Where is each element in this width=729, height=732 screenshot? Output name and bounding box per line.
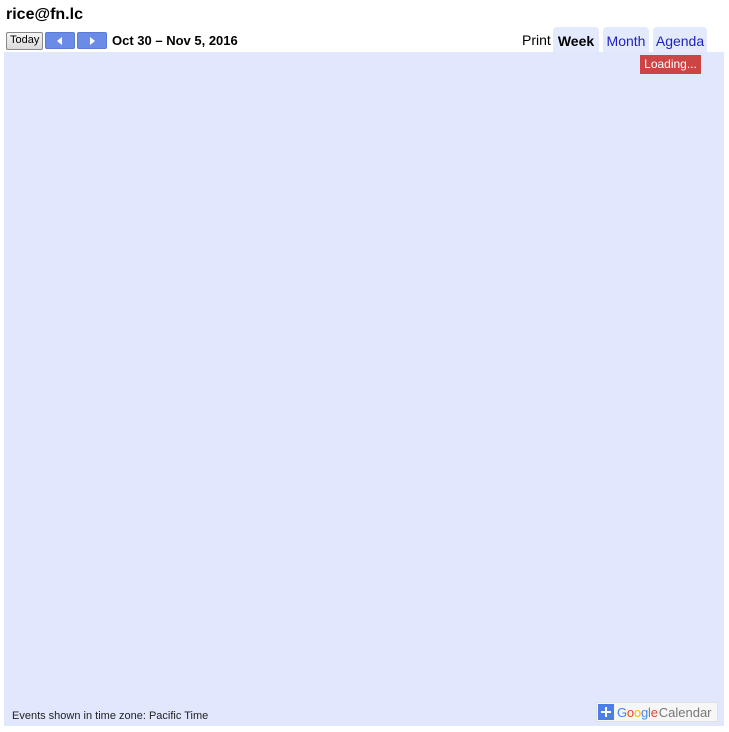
tab-month[interactable]: Month	[603, 27, 649, 52]
calendar-grid-area[interactable]	[4, 52, 724, 726]
today-button[interactable]: Today	[6, 32, 44, 50]
add-to-google-calendar-button[interactable]: Google Calendar	[596, 702, 718, 722]
next-week-button[interactable]	[77, 32, 107, 49]
chevron-left-icon	[57, 37, 62, 45]
calendar-wordmark: Calendar	[658, 704, 712, 720]
loading-indicator: Loading...	[640, 55, 701, 74]
calendar-title: rice@fn.lc	[6, 6, 83, 23]
google-logo: Google	[617, 704, 658, 720]
chevron-right-icon	[90, 37, 95, 45]
timezone-note: Events shown in time zone: Pacific Time	[12, 710, 209, 722]
tab-agenda[interactable]: Agenda	[653, 27, 707, 52]
print-link[interactable]: Print	[522, 32, 551, 48]
prev-week-button[interactable]	[45, 32, 75, 49]
tab-week[interactable]: Week	[553, 27, 599, 52]
date-range-label: Oct 30 – Nov 5, 2016	[112, 33, 238, 48]
plus-icon	[598, 704, 614, 720]
